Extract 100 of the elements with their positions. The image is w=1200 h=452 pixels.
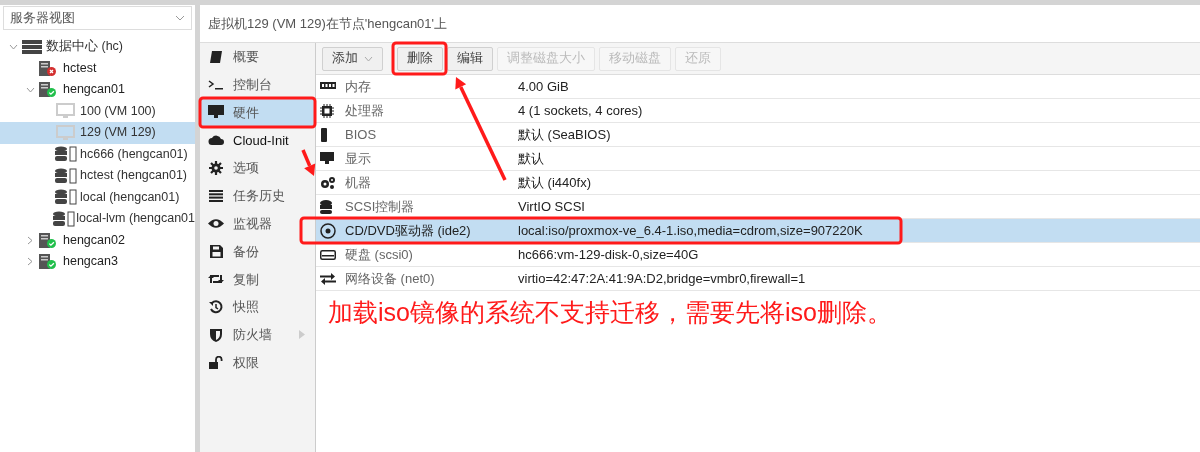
floppy-icon <box>209 244 223 258</box>
table-cell-text: 网络设备 (net0) <box>345 269 436 288</box>
toolbar-button[interactable]: 删除 <box>397 46 443 71</box>
gears-icon <box>320 176 336 189</box>
storage-icon <box>52 210 77 227</box>
table-cell-text: 内存 <box>345 77 372 96</box>
table-row[interactable]: 显示 默认 <box>316 147 1200 171</box>
arrow <box>301 149 316 176</box>
nav-item[interactable]: 监视器 <box>200 209 315 238</box>
server-icon <box>39 82 50 98</box>
nav-item[interactable]: 概要 <box>200 43 315 71</box>
monitor-icon <box>208 105 224 120</box>
annotation-text: 加载iso镜像的系统不支持迁移，需要先将iso删除。 <box>328 297 893 328</box>
tree-item[interactable]: hctest <box>0 57 195 79</box>
monitor-icon <box>320 152 334 165</box>
nav-label: 概要 <box>233 48 260 67</box>
nav-label: 复制 <box>233 270 260 289</box>
tree-item[interactable]: hctest (hengcan01) <box>0 165 195 187</box>
gear-icon <box>209 161 223 176</box>
monitor-icon <box>56 103 76 120</box>
nav-label: 选项 <box>233 159 260 178</box>
storage-icon <box>54 167 78 184</box>
nav-item[interactable]: 任务历史 <box>200 182 315 210</box>
table-cell-text: BIOS <box>345 125 378 144</box>
nav-label: 监视器 <box>233 214 273 233</box>
toolbar-button[interactable]: 编辑 <box>447 46 493 71</box>
nav-item[interactable]: 控制台 <box>200 70 315 99</box>
nav-item[interactable]: 权限 <box>200 348 315 377</box>
tree-item[interactable]: 129 (VM 129) <box>0 122 195 144</box>
nav-item[interactable]: Cloud-Init <box>200 126 315 155</box>
exchange-icon <box>320 272 336 285</box>
tree-item[interactable]: 数据中心 (hc) <box>0 36 195 58</box>
nav-item[interactable]: 复制 <box>200 265 315 294</box>
chevron-down-icon[interactable] <box>8 43 18 50</box>
tree-item[interactable]: local (hengcan01) <box>0 186 195 208</box>
table-row[interactable]: 内存 4.00 GiB <box>316 75 1200 99</box>
storage-icon <box>54 189 78 206</box>
chevron-icon <box>175 15 185 21</box>
tree-item[interactable]: 100 (VM 100) <box>0 100 195 122</box>
shield-icon <box>210 327 222 342</box>
nav-item[interactable]: 选项 <box>200 154 315 182</box>
table-cell-text: 默认 <box>518 149 544 168</box>
tree-item[interactable]: hc666 (hengcan01) <box>0 143 195 165</box>
terminal-icon <box>208 77 224 92</box>
tree-label: hctest (hengcan01) <box>80 167 187 185</box>
table-cell-text: 4 (1 sockets, 4 cores) <box>518 101 643 120</box>
table-cell-text: 显示 <box>345 149 372 168</box>
chevron-icon <box>364 55 373 62</box>
monitor-icon <box>56 124 76 141</box>
memory-icon <box>320 82 336 91</box>
highlight-box <box>391 41 448 76</box>
disc-icon <box>320 222 336 239</box>
table-row[interactable]: BIOS 默认 (SeaBIOS) <box>316 123 1200 147</box>
table-cell-text: 默认 (i440fx) <box>518 173 591 192</box>
chevron-right-icon[interactable] <box>27 235 33 245</box>
tree-item[interactable]: hengcan01 <box>0 79 195 101</box>
nav-label: 任务历史 <box>233 187 286 206</box>
table-cell-text: CD/DVD驱动器 (ide2) <box>345 221 472 240</box>
table-row[interactable]: 硬盘 (scsi0) hc666:vm-129-disk-0,size=40G <box>316 243 1200 267</box>
storage-icon <box>54 146 78 163</box>
hard-drive-icon <box>320 249 336 260</box>
nav-item[interactable]: 备份 <box>200 237 315 266</box>
nav-item[interactable]: 防火墙 <box>200 320 315 349</box>
chevron-right-icon[interactable] <box>27 257 33 267</box>
server-rack-icon <box>22 39 42 54</box>
caret-right-icon <box>299 330 305 340</box>
tree-item[interactable]: hengcan02 <box>0 229 195 251</box>
tree-label: hc666 (hengcan01) <box>80 145 188 163</box>
toolbar-button[interactable]: 添加 <box>322 46 383 71</box>
table-cell-text: virtio=42:47:2A:41:9A:D2,bridge=vmbr0,firewall=1 <box>518 269 806 288</box>
table-cell-text: 处理器 <box>345 101 385 120</box>
nav-label: 备份 <box>233 242 260 261</box>
server-icon <box>39 254 50 270</box>
table-row[interactable]: 网络设备 (net0) virtio=42:47:2A:41:9A:D2,bridge=vmbr0,firewall=1 <box>316 267 1200 291</box>
cloud-icon <box>208 134 224 147</box>
view-select[interactable]: 服务器视图 <box>3 6 192 30</box>
nav-label: Cloud-Init <box>233 131 290 150</box>
table-cell-text: 硬盘 (scsi0) <box>345 245 414 264</box>
table-cell-text: SCSI控制器 <box>345 197 416 216</box>
tree-item[interactable]: local-lvm (hengcan01 <box>0 208 195 230</box>
table-cell-text: 默认 (SeaBIOS) <box>518 125 611 144</box>
tree-label: 数据中心 (hc) <box>46 38 123 56</box>
tree-label: 100 (VM 100) <box>80 102 156 120</box>
tree-label: hctest <box>63 59 97 77</box>
nav-item[interactable]: 快照 <box>200 293 315 321</box>
tree-label: local-lvm (hengcan01 <box>76 210 195 228</box>
table-row[interactable]: 处理器 4 (1 sockets, 4 cores) <box>316 99 1200 123</box>
table-cell-text: 机器 <box>345 173 372 192</box>
tree-label: hengcan02 <box>63 231 125 249</box>
nav-label: 权限 <box>233 353 260 372</box>
table-cell-text: 4.00 GiB <box>518 77 569 96</box>
table-row[interactable]: 机器 默认 (i440fx) <box>316 171 1200 195</box>
table-row[interactable]: CD/DVD驱动器 (ide2) local:iso/proxmox-ve_6.4-1.iso,media=cdrom,size=907220K <box>316 219 1200 243</box>
unlock-icon <box>208 356 224 370</box>
chevron-down-icon[interactable] <box>25 86 35 93</box>
nav-label: 硬件 <box>233 103 260 122</box>
tree-item[interactable]: hengcan3 <box>0 251 195 273</box>
table-cell-text: VirtIO SCSI <box>518 197 585 216</box>
database-icon <box>320 199 332 214</box>
table-cell-text: hc666:vm-129-disk-0,size=40G <box>518 245 699 264</box>
